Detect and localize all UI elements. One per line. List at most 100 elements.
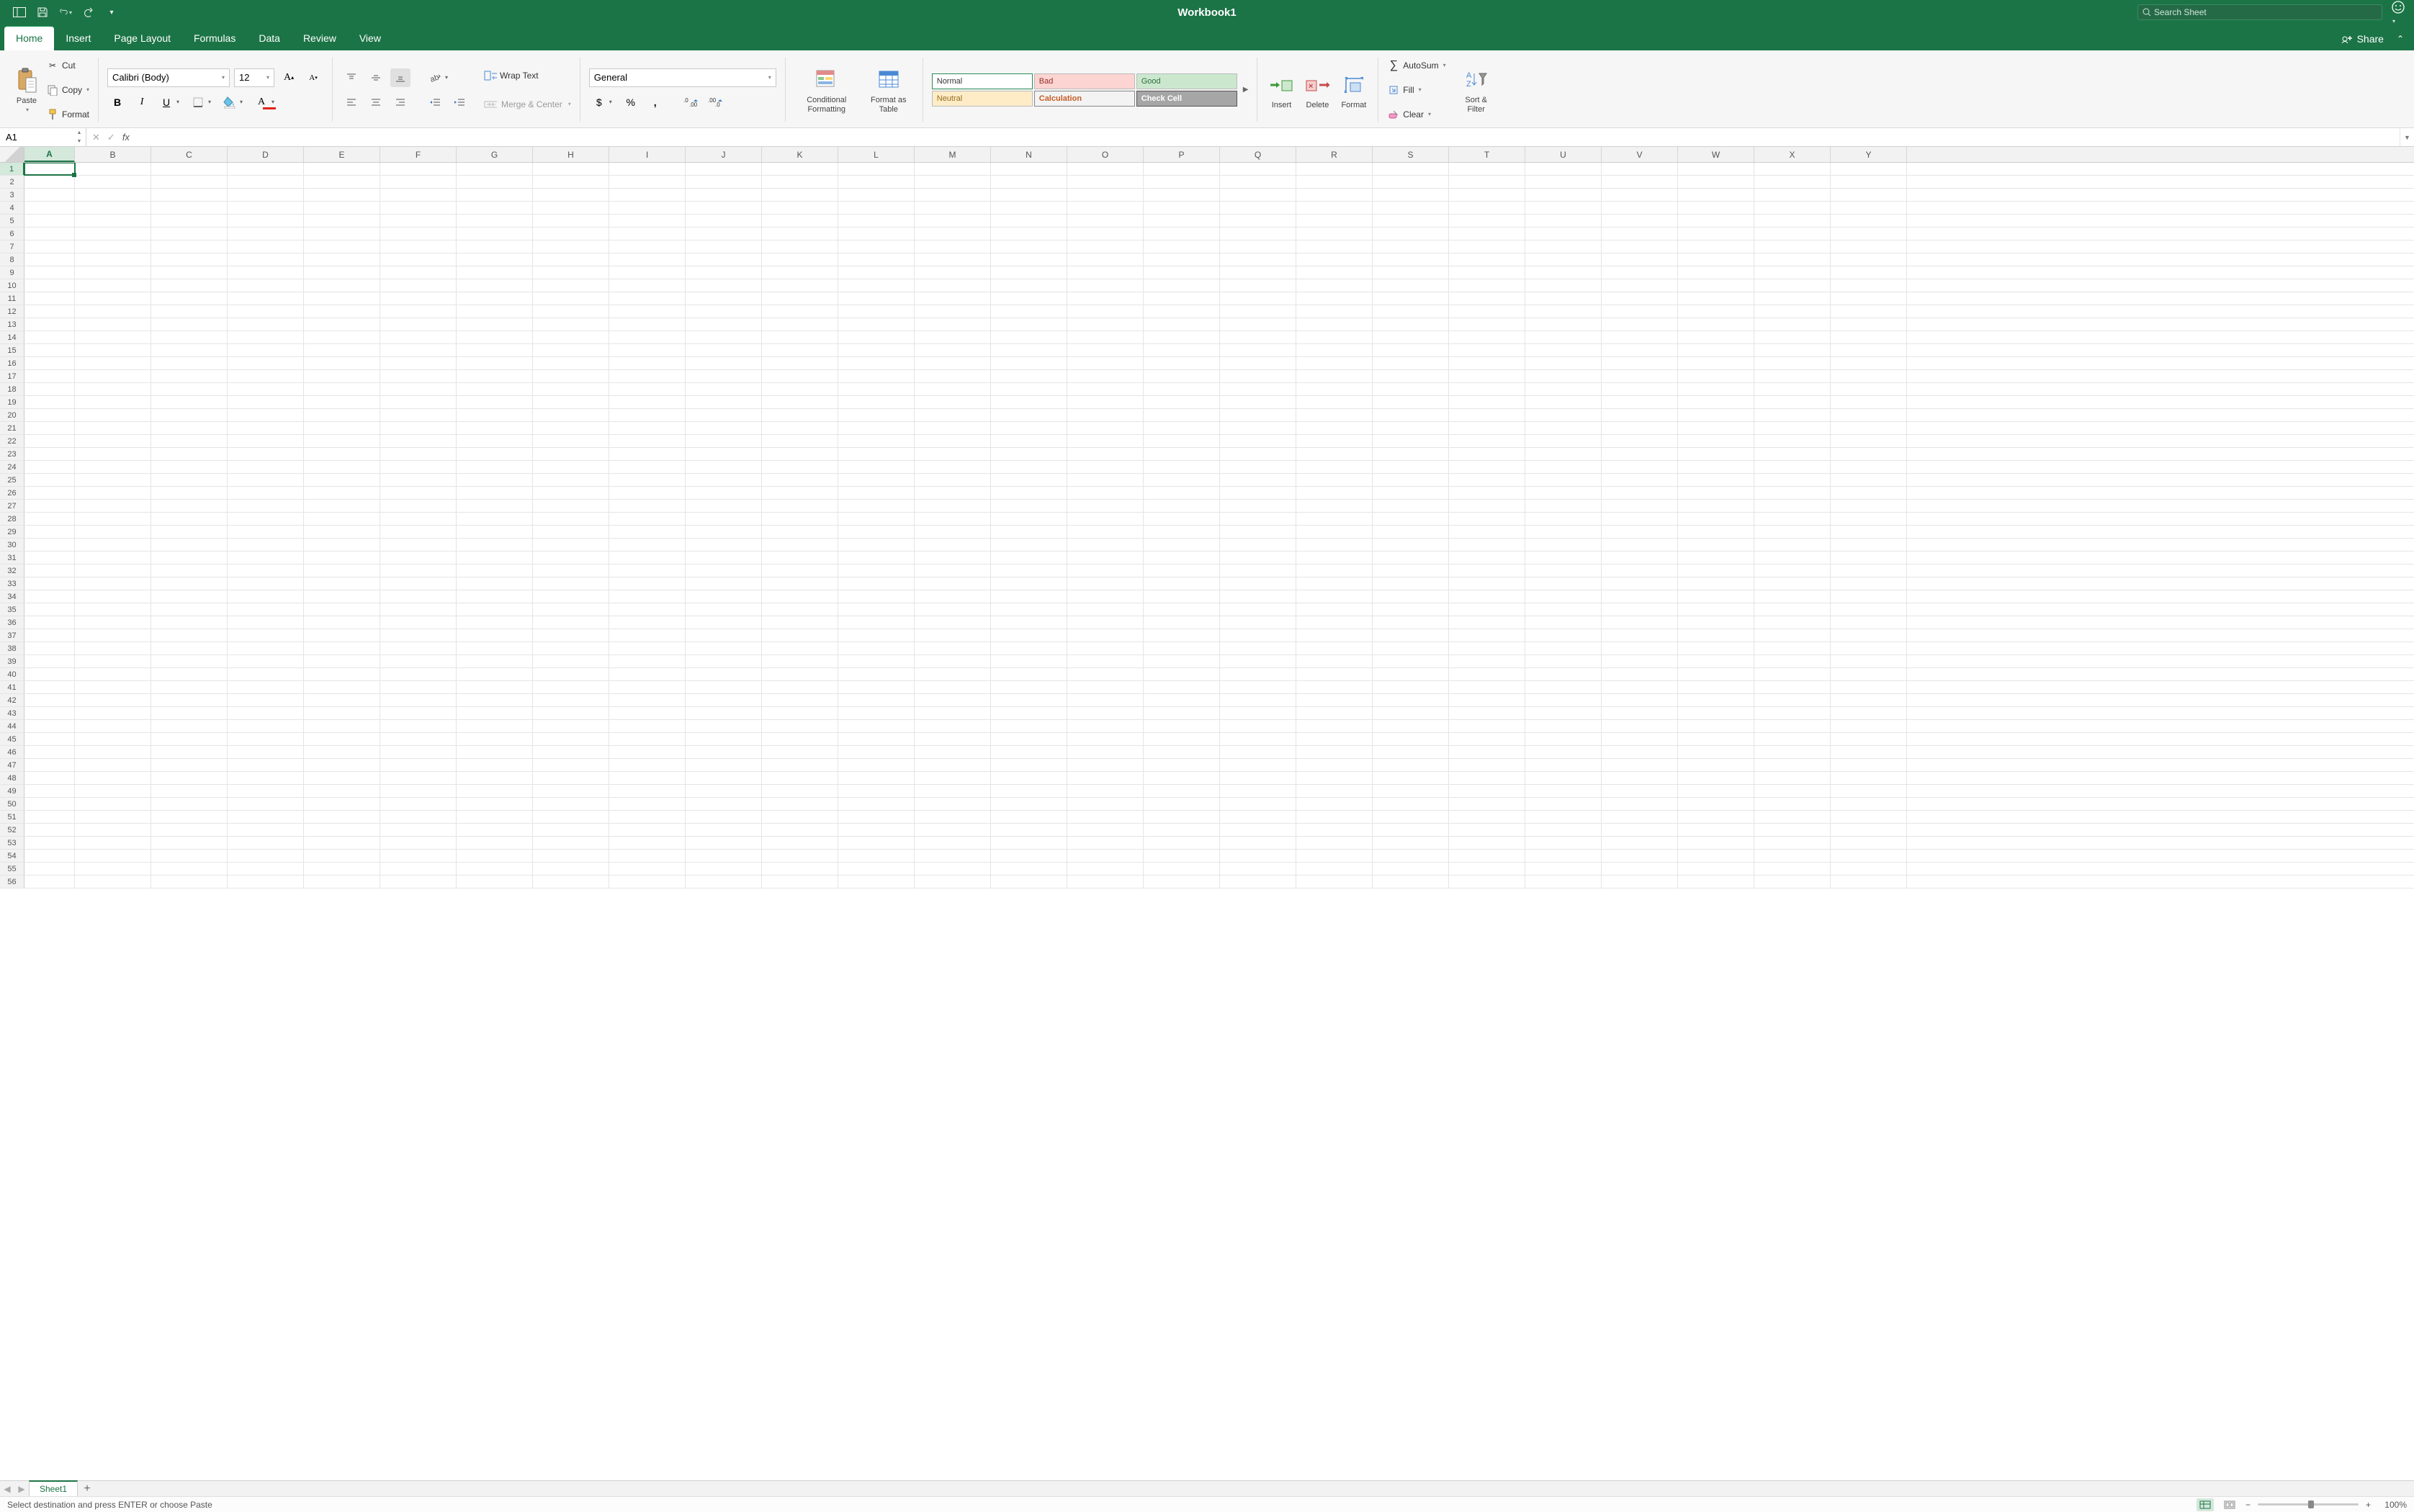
cell[interactable] bbox=[304, 487, 380, 499]
cell[interactable] bbox=[1602, 876, 1678, 888]
cell[interactable] bbox=[609, 707, 686, 719]
cell[interactable] bbox=[915, 539, 991, 551]
cell[interactable] bbox=[1602, 266, 1678, 279]
cell[interactable] bbox=[228, 202, 304, 214]
ribbon-tab-view[interactable]: View bbox=[348, 27, 392, 50]
style-bad[interactable]: Bad bbox=[1034, 73, 1135, 89]
cell[interactable] bbox=[991, 707, 1067, 719]
cell[interactable] bbox=[1754, 253, 1831, 266]
cell[interactable] bbox=[380, 396, 457, 408]
cell[interactable] bbox=[1754, 435, 1831, 447]
align-right-button[interactable] bbox=[390, 93, 410, 112]
cell[interactable] bbox=[1754, 590, 1831, 603]
cell[interactable] bbox=[1449, 448, 1525, 460]
cell[interactable] bbox=[228, 176, 304, 188]
cell[interactable] bbox=[609, 215, 686, 227]
cell[interactable] bbox=[1144, 603, 1220, 616]
cell[interactable] bbox=[1220, 642, 1296, 654]
cell[interactable] bbox=[1067, 383, 1144, 395]
cell[interactable] bbox=[1525, 681, 1602, 693]
cell[interactable] bbox=[1067, 422, 1144, 434]
cell[interactable] bbox=[151, 539, 228, 551]
cell[interactable] bbox=[75, 435, 151, 447]
cell[interactable] bbox=[1754, 837, 1831, 849]
redo-icon[interactable] bbox=[82, 6, 95, 19]
cell[interactable] bbox=[1754, 785, 1831, 797]
cell[interactable] bbox=[380, 202, 457, 214]
cell[interactable] bbox=[75, 863, 151, 875]
cell[interactable] bbox=[915, 279, 991, 292]
column-header[interactable]: X bbox=[1754, 147, 1831, 162]
cell[interactable] bbox=[1831, 422, 1907, 434]
cell[interactable] bbox=[838, 461, 915, 473]
cell[interactable] bbox=[1602, 487, 1678, 499]
cell[interactable] bbox=[686, 409, 762, 421]
cell[interactable] bbox=[991, 850, 1067, 862]
cell[interactable] bbox=[228, 552, 304, 564]
cell[interactable] bbox=[228, 577, 304, 590]
comma-button[interactable]: , bbox=[645, 93, 665, 112]
copy-button[interactable]: Copy▾ bbox=[46, 79, 89, 101]
cell[interactable] bbox=[838, 694, 915, 706]
cell[interactable] bbox=[1831, 707, 1907, 719]
cell[interactable] bbox=[151, 176, 228, 188]
cell[interactable] bbox=[762, 448, 838, 460]
cell[interactable] bbox=[533, 176, 609, 188]
cell[interactable] bbox=[457, 707, 533, 719]
cell[interactable] bbox=[838, 642, 915, 654]
decrease-decimal-button[interactable]: .00.0 bbox=[706, 93, 726, 112]
cell[interactable] bbox=[533, 603, 609, 616]
zoom-out-button[interactable]: − bbox=[2245, 1500, 2251, 1510]
cell[interactable] bbox=[1220, 526, 1296, 538]
cell[interactable] bbox=[1678, 266, 1754, 279]
cell[interactable] bbox=[24, 461, 75, 473]
cell[interactable] bbox=[1144, 383, 1220, 395]
cell[interactable] bbox=[151, 772, 228, 784]
cell[interactable] bbox=[1754, 487, 1831, 499]
column-header[interactable]: S bbox=[1373, 147, 1449, 162]
column-header[interactable]: J bbox=[686, 147, 762, 162]
cell[interactable] bbox=[915, 422, 991, 434]
cell[interactable] bbox=[380, 487, 457, 499]
cell[interactable] bbox=[1831, 785, 1907, 797]
cell[interactable] bbox=[686, 837, 762, 849]
cell[interactable] bbox=[1449, 487, 1525, 499]
cell[interactable] bbox=[1373, 487, 1449, 499]
cell[interactable] bbox=[457, 279, 533, 292]
cut-button[interactable]: ✂︎Cut bbox=[46, 55, 89, 76]
cell[interactable] bbox=[533, 798, 609, 810]
cell[interactable] bbox=[228, 564, 304, 577]
cell[interactable] bbox=[1831, 279, 1907, 292]
cell[interactable] bbox=[1831, 266, 1907, 279]
cell[interactable] bbox=[1831, 694, 1907, 706]
cell[interactable] bbox=[380, 668, 457, 680]
cell[interactable] bbox=[533, 228, 609, 240]
cell[interactable] bbox=[1678, 228, 1754, 240]
cell[interactable] bbox=[533, 746, 609, 758]
format-painter-button[interactable]: Format bbox=[46, 104, 89, 125]
cell[interactable] bbox=[151, 305, 228, 318]
cell[interactable] bbox=[762, 474, 838, 486]
cell[interactable] bbox=[228, 215, 304, 227]
cell[interactable] bbox=[762, 746, 838, 758]
cell[interactable] bbox=[457, 500, 533, 512]
align-bottom-button[interactable] bbox=[390, 68, 410, 87]
cell[interactable] bbox=[838, 552, 915, 564]
cell[interactable] bbox=[991, 383, 1067, 395]
cell[interactable] bbox=[915, 305, 991, 318]
cell[interactable] bbox=[24, 746, 75, 758]
cell[interactable] bbox=[1220, 798, 1296, 810]
cell[interactable] bbox=[1449, 876, 1525, 888]
cell[interactable] bbox=[1602, 202, 1678, 214]
cell[interactable] bbox=[991, 474, 1067, 486]
cell[interactable] bbox=[1144, 720, 1220, 732]
cell[interactable] bbox=[457, 772, 533, 784]
cell[interactable] bbox=[1220, 616, 1296, 629]
cell[interactable] bbox=[1678, 850, 1754, 862]
cell[interactable] bbox=[1373, 824, 1449, 836]
cell[interactable] bbox=[533, 733, 609, 745]
cell[interactable] bbox=[24, 564, 75, 577]
row-header[interactable]: 18 bbox=[0, 383, 24, 395]
cell[interactable] bbox=[304, 163, 380, 175]
cell[interactable] bbox=[1602, 383, 1678, 395]
